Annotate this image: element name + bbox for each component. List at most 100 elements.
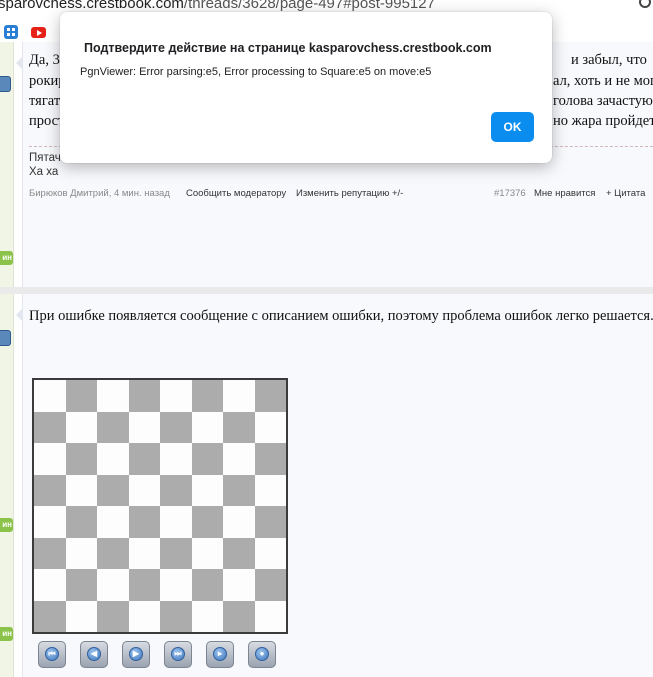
board-square[interactable] [65,380,97,412]
avatar[interactable] [0,76,11,92]
stop-button[interactable]: ● [248,641,276,668]
board-square[interactable] [160,380,192,412]
board-square[interactable] [191,506,223,538]
report-link[interactable]: Сообщить модератору [186,188,286,199]
board-square[interactable] [65,537,97,569]
like-link[interactable]: Мне нравится [534,188,595,199]
confirm-dialog: Подтвердите действие на странице kasparo… [60,12,552,163]
board-square[interactable] [128,569,160,601]
post-arrow [16,56,23,70]
board-square[interactable] [128,411,160,443]
stop-icon: ● [255,647,269,661]
post-arrow [16,308,23,322]
board-square[interactable] [191,600,223,632]
board-square[interactable] [128,474,160,506]
board-square[interactable] [191,474,223,506]
search-icon[interactable] [639,0,651,8]
skip-back-icon: ⏮ [45,647,59,661]
board-square[interactable] [254,600,286,632]
board-square[interactable] [34,411,66,443]
online-badge: ин [0,627,13,641]
avatar[interactable] [0,330,11,346]
board-square[interactable] [191,411,223,443]
board-square[interactable] [97,569,129,601]
board-square[interactable] [160,443,192,475]
board-square[interactable] [160,411,192,443]
board-square[interactable] [97,443,129,475]
post-number[interactable]: #17376 [494,188,526,199]
board-square[interactable] [97,506,129,538]
board-square[interactable] [128,600,160,632]
board-square[interactable] [128,506,160,538]
board-square[interactable] [97,411,129,443]
board-square[interactable] [65,411,97,443]
board-square[interactable] [223,537,255,569]
chess-board[interactable] [32,378,288,634]
ok-button[interactable]: OK [491,112,534,142]
post-author-time[interactable]: Бирюков Дмитрий, 4 мин. назад [29,188,170,199]
board-square[interactable] [97,474,129,506]
board-square[interactable] [97,537,129,569]
post-divider [0,287,653,294]
url-text[interactable]: sparovchess.crestbook.com/threads/3628/p… [0,0,435,12]
board-square[interactable] [34,474,66,506]
play-icon: ▸ [213,647,227,661]
board-square[interactable] [254,474,286,506]
apps-bookmark-icon[interactable] [4,25,18,39]
dialog-message: PgnViewer: Error parsing:e5, Error proce… [80,66,432,78]
post-text-fragment: ал, хоть и не мог [553,73,653,89]
board-square[interactable] [128,380,160,412]
bookmarks-bar [0,22,60,42]
board-square[interactable] [34,380,66,412]
board-square[interactable] [65,443,97,475]
board-square[interactable] [223,569,255,601]
next-move-button[interactable]: ▶ [122,641,150,668]
board-square[interactable] [160,537,192,569]
board-square[interactable] [65,600,97,632]
dialog-title: Подтвердите действие на странице kasparo… [84,41,492,55]
board-square[interactable] [160,569,192,601]
board-square[interactable] [191,380,223,412]
board-square[interactable] [191,569,223,601]
board-square[interactable] [191,443,223,475]
board-square[interactable] [97,600,129,632]
post-text: При ошибке появляется сообщение с описан… [29,308,653,324]
board-square[interactable] [191,537,223,569]
board-square[interactable] [160,600,192,632]
board-square[interactable] [34,443,66,475]
board-square[interactable] [65,569,97,601]
board-square[interactable] [223,474,255,506]
board-square[interactable] [160,506,192,538]
board-square[interactable] [128,443,160,475]
board-square[interactable] [254,506,286,538]
board-square[interactable] [223,600,255,632]
board-square[interactable] [223,443,255,475]
board-square[interactable] [223,411,255,443]
board-square[interactable] [97,380,129,412]
board-square[interactable] [254,443,286,475]
board-square[interactable] [65,474,97,506]
board-square[interactable] [223,380,255,412]
last-move-button[interactable]: ⏭ [164,641,192,668]
board-square[interactable] [34,506,66,538]
signature-line: Ха ха [29,166,59,178]
board-square[interactable] [34,600,66,632]
board-square[interactable] [254,411,286,443]
board-square[interactable] [254,537,286,569]
youtube-bookmark-icon[interactable] [31,27,46,38]
url-path: /threads/3628/page-497#post-995127 [183,0,435,12]
prev-move-button[interactable]: ◀ [80,641,108,668]
board-square[interactable] [34,537,66,569]
board-square[interactable] [254,380,286,412]
post-text-fragment: но жара пройдет [553,113,653,129]
first-move-button[interactable]: ⏮ [38,641,66,668]
board-square[interactable] [223,506,255,538]
board-square[interactable] [128,537,160,569]
board-square[interactable] [254,569,286,601]
play-button[interactable]: ▸ [206,641,234,668]
board-square[interactable] [34,569,66,601]
reputation-link[interactable]: Изменить репутацию +/- [296,188,403,199]
board-square[interactable] [65,506,97,538]
board-square[interactable] [160,474,192,506]
quote-link[interactable]: + Цитата [606,188,645,199]
